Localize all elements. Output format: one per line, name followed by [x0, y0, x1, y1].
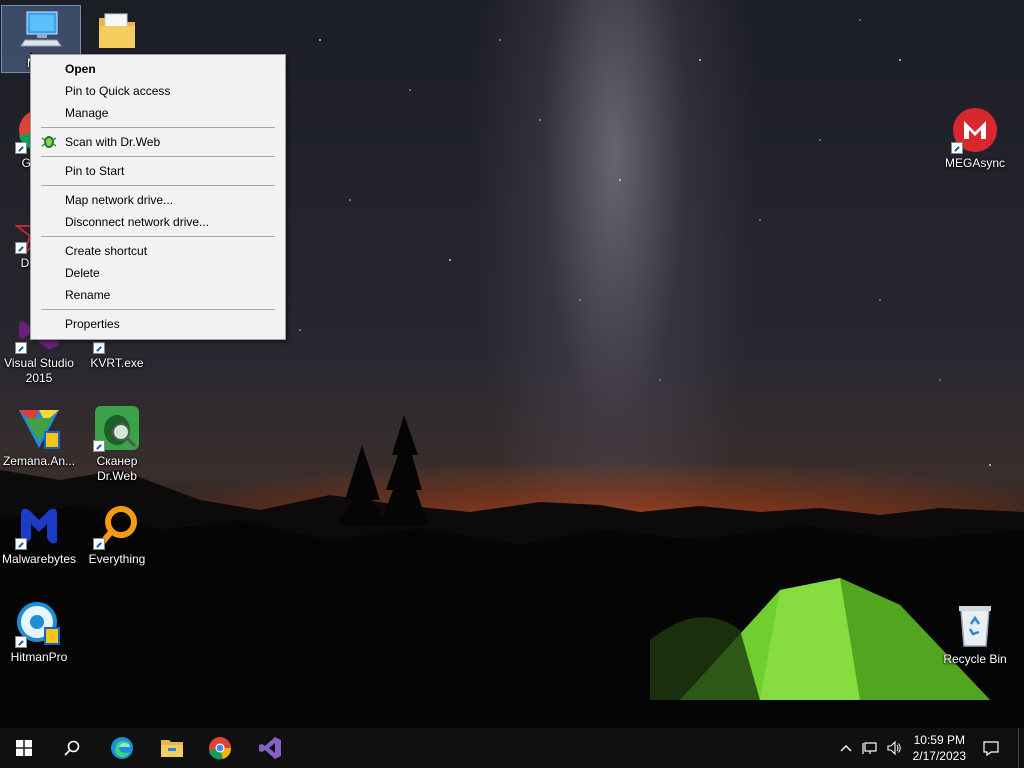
taskbar-edge[interactable]: [98, 728, 146, 768]
everything-search-icon: [93, 502, 141, 550]
menu-item-disconnect-network-drive[interactable]: Disconnect network drive...: [31, 211, 285, 233]
notification-center-icon[interactable]: [983, 740, 999, 756]
menu-item-manage[interactable]: Manage: [31, 102, 285, 124]
menu-item-label: Scan with Dr.Web: [65, 135, 161, 149]
desktop-icon-label: HitmanPro: [10, 650, 68, 664]
desktop-icon-hitmanpro[interactable]: HitmanPro: [0, 600, 78, 665]
recycle-bin-icon: [951, 602, 999, 650]
menu-separator: [41, 236, 275, 237]
edge-icon: [111, 737, 133, 759]
desktop-icon-label: Сканер Dr.Web: [96, 454, 138, 483]
menu-item-pin-to-quick-access[interactable]: Pin to Quick access: [31, 80, 285, 102]
shortcut-arrow-icon: [15, 342, 27, 354]
shortcut-arrow-icon: [93, 342, 105, 354]
zemana-icon: [15, 404, 63, 452]
desktop-icon-everything[interactable]: Everything: [78, 502, 156, 567]
shortcut-arrow-icon: [15, 142, 27, 154]
mega-icon: [951, 106, 999, 154]
taskbar-chrome[interactable]: [196, 728, 244, 768]
drweb-spider-icon: [93, 404, 141, 452]
taskbar-file-explorer[interactable]: [148, 728, 196, 768]
taskbar: 10:59 PM 2/17/2023: [0, 728, 1024, 768]
desktop-icon-label: Visual Studio 2015: [4, 356, 74, 385]
shortcut-arrow-icon: [93, 538, 105, 550]
desktop-icon-megasync[interactable]: MEGAsync: [936, 106, 1014, 171]
chevron-up-icon[interactable]: [838, 740, 854, 756]
start-icon: [16, 740, 32, 756]
search-button[interactable]: [48, 728, 96, 768]
taskbar-visual-studio[interactable]: [246, 728, 294, 768]
clock[interactable]: 10:59 PM 2/17/2023: [913, 732, 966, 764]
context-menu: Open Pin to Quick access Manage Scan wit…: [30, 54, 286, 340]
shortcut-arrow-icon: [15, 242, 27, 254]
drweb-spider-icon: [41, 136, 57, 148]
desktop-icon-label: Recycle Bin: [943, 652, 1007, 666]
menu-separator: [41, 185, 275, 186]
menu-item-map-network-drive[interactable]: Map network drive...: [31, 189, 285, 211]
menu-item-delete[interactable]: Delete: [31, 262, 285, 284]
file-explorer-icon: [161, 740, 183, 757]
desktop-icon-zemana[interactable]: Zemana.An...: [0, 404, 78, 469]
volume-icon[interactable]: [886, 740, 902, 756]
clock-date: 2/17/2023: [912, 749, 966, 763]
desktop-icon-label: MEGAsync: [944, 156, 1005, 170]
show-desktop-button[interactable]: [1018, 728, 1024, 768]
visual-studio-icon: [259, 737, 281, 759]
shortcut-arrow-icon: [93, 440, 105, 452]
computer-icon: [17, 6, 65, 54]
search-icon: [64, 740, 80, 756]
hitmanpro-icon: [15, 600, 63, 648]
menu-separator: [41, 127, 275, 128]
start-button[interactable]: [0, 728, 48, 768]
folder-icon: [93, 8, 141, 56]
desktop-icon-recycle-bin[interactable]: Recycle Bin: [936, 602, 1014, 667]
desktop-icon-drweb-scanner[interactable]: Сканер Dr.Web: [78, 404, 156, 484]
desktop-icon-label: Malwarebytes: [1, 552, 77, 566]
shortcut-arrow-icon: [951, 142, 963, 154]
menu-separator: [41, 156, 275, 157]
shortcut-arrow-icon: [15, 636, 27, 648]
menu-item-open[interactable]: Open: [31, 58, 285, 80]
menu-item-rename[interactable]: Rename: [31, 284, 285, 306]
chrome-icon: [209, 737, 232, 760]
menu-separator: [41, 309, 275, 310]
desktop-icon-folder[interactable]: [78, 8, 156, 58]
menu-item-pin-to-start[interactable]: Pin to Start: [31, 160, 285, 182]
network-icon[interactable]: [862, 740, 878, 756]
clock-time: 10:59 PM: [913, 733, 965, 747]
desktop-icon-label: KVRT.exe: [90, 356, 144, 370]
desktop-icon-label: Zemana.An...: [2, 454, 76, 468]
shortcut-arrow-icon: [15, 538, 27, 550]
desktop-icon-malwarebytes[interactable]: Malwarebytes: [0, 502, 78, 567]
menu-item-scan-with-drweb[interactable]: Scan with Dr.Web: [31, 131, 285, 153]
desktop-icon-label: Everything: [88, 552, 146, 566]
malwarebytes-icon: [15, 502, 63, 550]
menu-item-create-shortcut[interactable]: Create shortcut: [31, 240, 285, 262]
menu-item-properties[interactable]: Properties: [31, 313, 285, 335]
